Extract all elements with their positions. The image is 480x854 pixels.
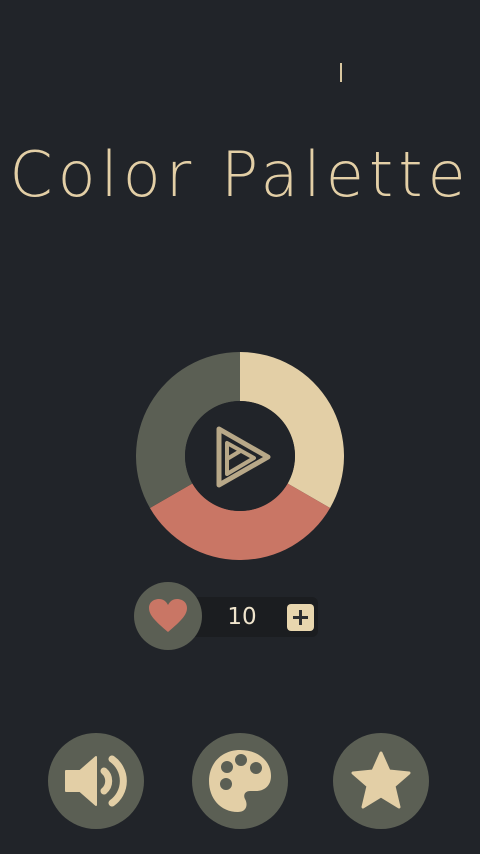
lives-counter: 10 (134, 582, 324, 650)
palette-icon (209, 750, 271, 812)
heart-badge (134, 582, 202, 650)
game-title: Color Palette (9, 138, 471, 211)
play-icon (216, 426, 271, 488)
play-button[interactable] (186, 402, 294, 510)
speaker-icon (65, 755, 127, 807)
theme-button[interactable] (192, 733, 288, 829)
lives-count: 10 (227, 604, 257, 630)
rate-button[interactable] (333, 733, 429, 829)
star-icon (351, 751, 411, 809)
add-lives-button[interactable] (287, 604, 314, 631)
sound-button[interactable] (48, 733, 144, 829)
cursor-indicator (340, 63, 342, 82)
heart-icon (149, 599, 187, 632)
